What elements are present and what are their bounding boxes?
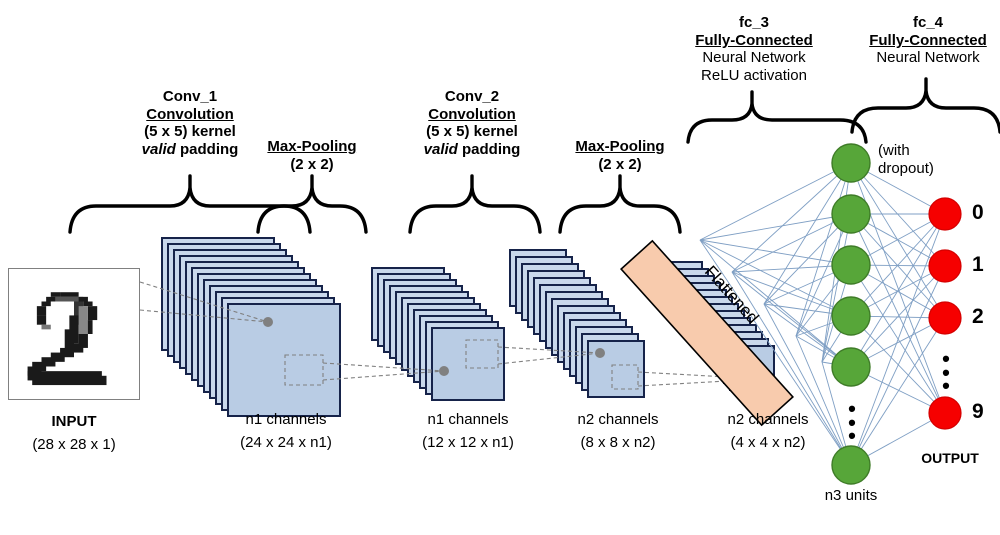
label-conv2-padding-rest: padding bbox=[457, 141, 521, 159]
diagram-graphics: .fm { fill:#b9cce4; stroke:#16234a; stro… bbox=[68, 77, 1000, 485]
flatten-label: Flattened bbox=[700, 262, 763, 328]
brace-fc4 bbox=[850, 77, 1000, 134]
brace-pool1 bbox=[256, 174, 368, 234]
output-layer-caption: OUTPUT bbox=[900, 448, 1000, 470]
label-conv2-name: Conv_2 bbox=[444, 88, 500, 105]
output-label-1: 1 bbox=[972, 253, 984, 276]
tensor-label-conv2-heading: n2 channels bbox=[577, 411, 659, 428]
tensor-label-input-shape: (28 x 28 x 1) bbox=[32, 436, 116, 454]
label-conv2: Conv_2 Convolution (5 x 5) kernel valid … bbox=[372, 88, 572, 159]
tensor-label-pool2-shape: (4 x 4 x n2) bbox=[730, 434, 806, 452]
label-conv1-name: Conv_1 bbox=[162, 88, 218, 105]
label-pool1-window: (2 x 2) bbox=[290, 155, 334, 173]
tensor-label-pool2-heading: n2 channels bbox=[727, 411, 809, 428]
label-conv2-title: Convolution bbox=[428, 105, 516, 123]
label-conv2-kernel: (5 x 5) kernel bbox=[426, 123, 518, 141]
label-conv2-padding-italic: valid bbox=[423, 141, 458, 159]
label-dropout-line2: dropout) bbox=[878, 159, 934, 177]
label-dropout-line1: (with bbox=[878, 142, 910, 159]
hidden-layer-ellipsis: • • • bbox=[848, 396, 856, 449]
label-pool2-title: Max-Pooling bbox=[575, 138, 665, 155]
tensor-label-conv1-heading: n1 channels bbox=[245, 411, 327, 428]
brace-conv2 bbox=[408, 174, 542, 234]
tensor-label-conv1-shape: (24 x 24 x n1) bbox=[240, 434, 332, 452]
output-layer-caption-text: OUTPUT bbox=[921, 450, 979, 466]
tensor-label-input-heading: INPUT bbox=[51, 413, 97, 430]
output-label-0: 0 bbox=[972, 201, 984, 224]
tensor-label-pool1: n1 channels (12 x 12 x n1) bbox=[378, 408, 558, 455]
feature-map-stack-conv1 bbox=[161, 237, 341, 417]
feature-map-stack-pool1 bbox=[371, 267, 505, 401]
brace-pool2 bbox=[558, 174, 682, 234]
tensor-label-input: INPUT (28 x 28 x 1) bbox=[4, 410, 144, 457]
tensor-label-pool1-shape: (12 x 12 x n1) bbox=[422, 434, 514, 452]
tensor-label-conv1: n1 channels (24 x 24 x n1) bbox=[196, 408, 376, 455]
label-fc3-title: Fully-Connected bbox=[695, 31, 813, 49]
tensor-label-conv2-shape: (8 x 8 x n2) bbox=[580, 434, 656, 452]
label-conv2-padding: valid padding bbox=[372, 141, 572, 159]
output-layer-ellipsis: • • • bbox=[942, 346, 950, 399]
label-fc3: fc_3 Fully-Connected Neural Network ReLU… bbox=[664, 14, 844, 85]
label-conv1-padding-rest: padding bbox=[175, 141, 239, 159]
label-conv1-padding-italic: valid bbox=[141, 141, 176, 159]
brace-conv1 bbox=[68, 174, 312, 234]
label-dropout: (with dropout) bbox=[878, 142, 988, 177]
tensor-label-pool2: n2 channels (4 x 4 x n2) bbox=[688, 408, 848, 455]
hidden-layer-caption: n3 units bbox=[824, 487, 878, 504]
brace-fc3 bbox=[686, 90, 868, 144]
feature-map-stack-conv2 bbox=[509, 249, 645, 398]
label-pool1-title: Max-Pooling bbox=[267, 138, 357, 155]
output-label-9: 9 bbox=[972, 400, 984, 423]
label-fc3-activation: ReLU activation bbox=[701, 67, 807, 85]
label-fc4-title: Fully-Connected bbox=[869, 31, 987, 49]
label-pool2: Max-Pooling (2 x 2) bbox=[550, 138, 690, 173]
label-conv1-title: Convolution bbox=[146, 105, 234, 123]
label-fc3-network: Neural Network bbox=[702, 49, 806, 67]
hidden-to-output-connections bbox=[850, 162, 946, 466]
label-fc3-name: fc_3 bbox=[738, 14, 770, 31]
label-pool1: Max-Pooling (2 x 2) bbox=[242, 138, 382, 173]
cnn-architecture-diagram: .fm { fill:#b9cce4; stroke:#16234a; stro… bbox=[0, 0, 1000, 535]
input-image-box bbox=[8, 268, 140, 400]
mnist-digit-2 bbox=[9, 269, 139, 399]
label-fc4-network: Neural Network bbox=[876, 49, 980, 67]
label-fc4: fc_4 Fully-Connected Neural Network bbox=[838, 14, 1000, 67]
label-pool2-window: (2 x 2) bbox=[598, 155, 642, 173]
tensor-label-conv2: n2 channels (8 x 8 x n2) bbox=[538, 408, 698, 455]
label-fc4-name: fc_4 bbox=[912, 14, 944, 31]
tensor-label-pool1-heading: n1 channels bbox=[427, 411, 509, 428]
receptive-field-guides bbox=[94, 281, 764, 387]
output-label-2: 2 bbox=[972, 305, 984, 328]
